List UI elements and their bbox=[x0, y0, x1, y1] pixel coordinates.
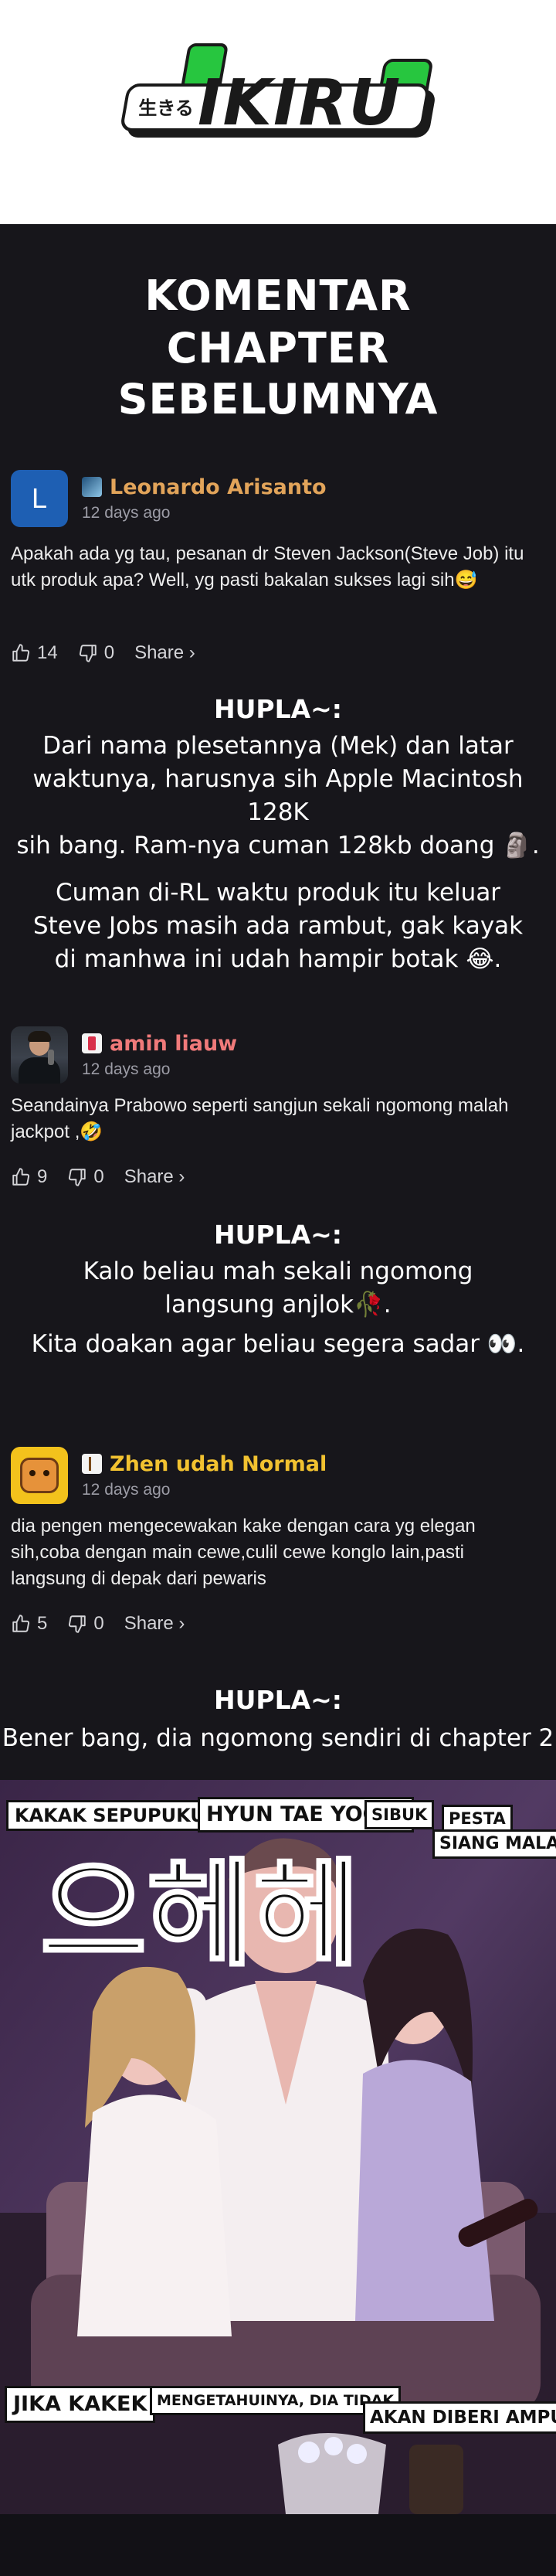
reply-line: Dari nama plesetannya (Mek) dan latar bbox=[42, 732, 514, 760]
reply-line: di manhwa ini udah hampir botak 😂. bbox=[54, 945, 502, 973]
comment-header: Zhen udah Normal bbox=[82, 1450, 327, 1478]
logo-jp-text: 生きる bbox=[138, 97, 194, 119]
comment-text: Seandainya Prabowo seperti sangjun sekal… bbox=[11, 1095, 509, 1142]
avatar[interactable] bbox=[11, 1447, 68, 1504]
comment-header: amin liauw bbox=[82, 1029, 237, 1057]
comment-actions: 5 0 Share › bbox=[11, 1611, 205, 1637]
user-badge-icon bbox=[82, 477, 102, 497]
logo-wordmark: IKIRU bbox=[198, 66, 402, 140]
share-button[interactable]: Share › bbox=[124, 1166, 185, 1188]
manga-sfx: 으헤헤 bbox=[39, 1848, 361, 1982]
like-count: 5 bbox=[37, 1613, 48, 1634]
section-title-line1: KOMENTAR bbox=[144, 271, 412, 320]
comment-card: amin liauw 12 days ago Seandainya Prabow… bbox=[0, 1026, 556, 1204]
thumbs-up-icon bbox=[12, 1168, 30, 1186]
thumbs-down-icon bbox=[79, 645, 97, 662]
avatar-photo bbox=[11, 1026, 68, 1084]
share-button[interactable]: Share › bbox=[124, 1613, 185, 1635]
like-count: 9 bbox=[37, 1166, 48, 1187]
reply-author: HUPLA~: bbox=[213, 1220, 342, 1250]
reply-block: HUPLA~: Bener bang, dia ngomong sendiri … bbox=[0, 1683, 556, 1755]
page-bottom bbox=[0, 2514, 556, 2576]
dislike-button[interactable]: 0 bbox=[67, 1613, 104, 1635]
manga-caption: KAKAK SEPUPUKU, bbox=[6, 1800, 221, 1831]
avatar-letter: L bbox=[11, 470, 68, 527]
reply-line: Kita doakan agar beliau segera sadar 👀. bbox=[31, 1330, 525, 1358]
comment-time: 12 days ago bbox=[82, 1481, 171, 1499]
manga-caption: SIBUK bbox=[364, 1800, 435, 1829]
reply-line: Kalo beliau mah sekali ngomong bbox=[83, 1257, 473, 1285]
manga-caption: JIKA KAKEK bbox=[5, 2386, 156, 2423]
manga-panel: 으헤헤 KAKAK SEPUPUKU, HYUN TAE YOON, SIBUK… bbox=[0, 1780, 556, 2514]
dislike-count: 0 bbox=[93, 1613, 104, 1634]
reply-line: waktunya, harusnya sih Apple Macintosh 1… bbox=[32, 765, 524, 826]
comment-text: Apakah ada yg tau, pesanan dr Steven Jac… bbox=[11, 543, 524, 590]
header-band: 生きる IKIRU bbox=[0, 0, 556, 224]
reply-block: HUPLA~: Dari nama plesetannya (Mek) dan … bbox=[0, 692, 556, 976]
section-title-line2: CHAPTER SEBELUMNYA bbox=[117, 324, 439, 424]
user-badge-icon bbox=[82, 1454, 102, 1474]
manga-caption: PESTA bbox=[442, 1805, 513, 1832]
like-button[interactable]: 14 bbox=[11, 642, 58, 664]
thumbs-down-icon bbox=[69, 1169, 86, 1186]
reply-line: langsung anjlok🥀. bbox=[164, 1291, 392, 1319]
username[interactable]: amin liauw bbox=[110, 1032, 237, 1056]
share-button[interactable]: Share › bbox=[134, 642, 195, 664]
reply-line: Cuman di-RL waktu produk itu keluar bbox=[55, 879, 501, 907]
comment-card: Zhen udah Normal 12 days ago dia pengen … bbox=[0, 1447, 556, 1656]
dislike-count: 0 bbox=[93, 1166, 104, 1187]
reply-author: HUPLA~: bbox=[213, 1685, 342, 1715]
avatar[interactable] bbox=[11, 1026, 68, 1084]
manga-caption: SIANG MALAM. bbox=[432, 1829, 556, 1859]
comment-text: dia pengen mengecewakan kake dengan cara… bbox=[11, 1516, 476, 1589]
comment-time: 12 days ago bbox=[82, 504, 171, 522]
thumbs-up-icon bbox=[12, 644, 30, 662]
reply-author: HUPLA~: bbox=[213, 694, 342, 724]
site-logo[interactable]: 生きる IKIRU bbox=[119, 43, 437, 144]
dislike-count: 0 bbox=[103, 642, 115, 663]
reply-line: Bener bang, dia ngomong sendiri di chapt… bbox=[2, 1724, 554, 1752]
thumbs-up-icon bbox=[12, 1615, 30, 1632]
username[interactable]: Zhen udah Normal bbox=[110, 1452, 327, 1476]
comment-card: L Leonardo Arisanto 12 days ago Apakah a… bbox=[0, 470, 556, 679]
comment-time: 12 days ago bbox=[82, 1060, 171, 1078]
reply-block: HUPLA~: Kalo beliau mah sekali ngomong l… bbox=[0, 1218, 556, 1361]
reply-line: Steve Jobs masih ada rambut, gak kayak bbox=[32, 912, 524, 940]
avatar[interactable]: L bbox=[11, 470, 68, 527]
comment-header: Leonardo Arisanto bbox=[82, 473, 327, 501]
like-button[interactable]: 9 bbox=[11, 1166, 47, 1188]
dislike-button[interactable]: 0 bbox=[78, 642, 114, 664]
comment-actions: 14 0 Share › bbox=[11, 640, 215, 666]
like-count: 14 bbox=[37, 642, 58, 663]
username[interactable]: Leonardo Arisanto bbox=[110, 475, 327, 499]
comment-actions: 9 0 Share › bbox=[11, 1164, 205, 1190]
thumbs-down-icon bbox=[69, 1615, 86, 1633]
dislike-button[interactable]: 0 bbox=[67, 1166, 104, 1188]
user-badge-icon bbox=[82, 1033, 102, 1053]
manga-caption: AKAN DIBERI AMPUN, bbox=[363, 2401, 556, 2434]
like-button[interactable]: 5 bbox=[11, 1613, 47, 1635]
avatar-image bbox=[11, 1447, 68, 1504]
reply-line: sih bang. Ram-nya cuman 128kb doang 🗿. bbox=[16, 832, 540, 859]
